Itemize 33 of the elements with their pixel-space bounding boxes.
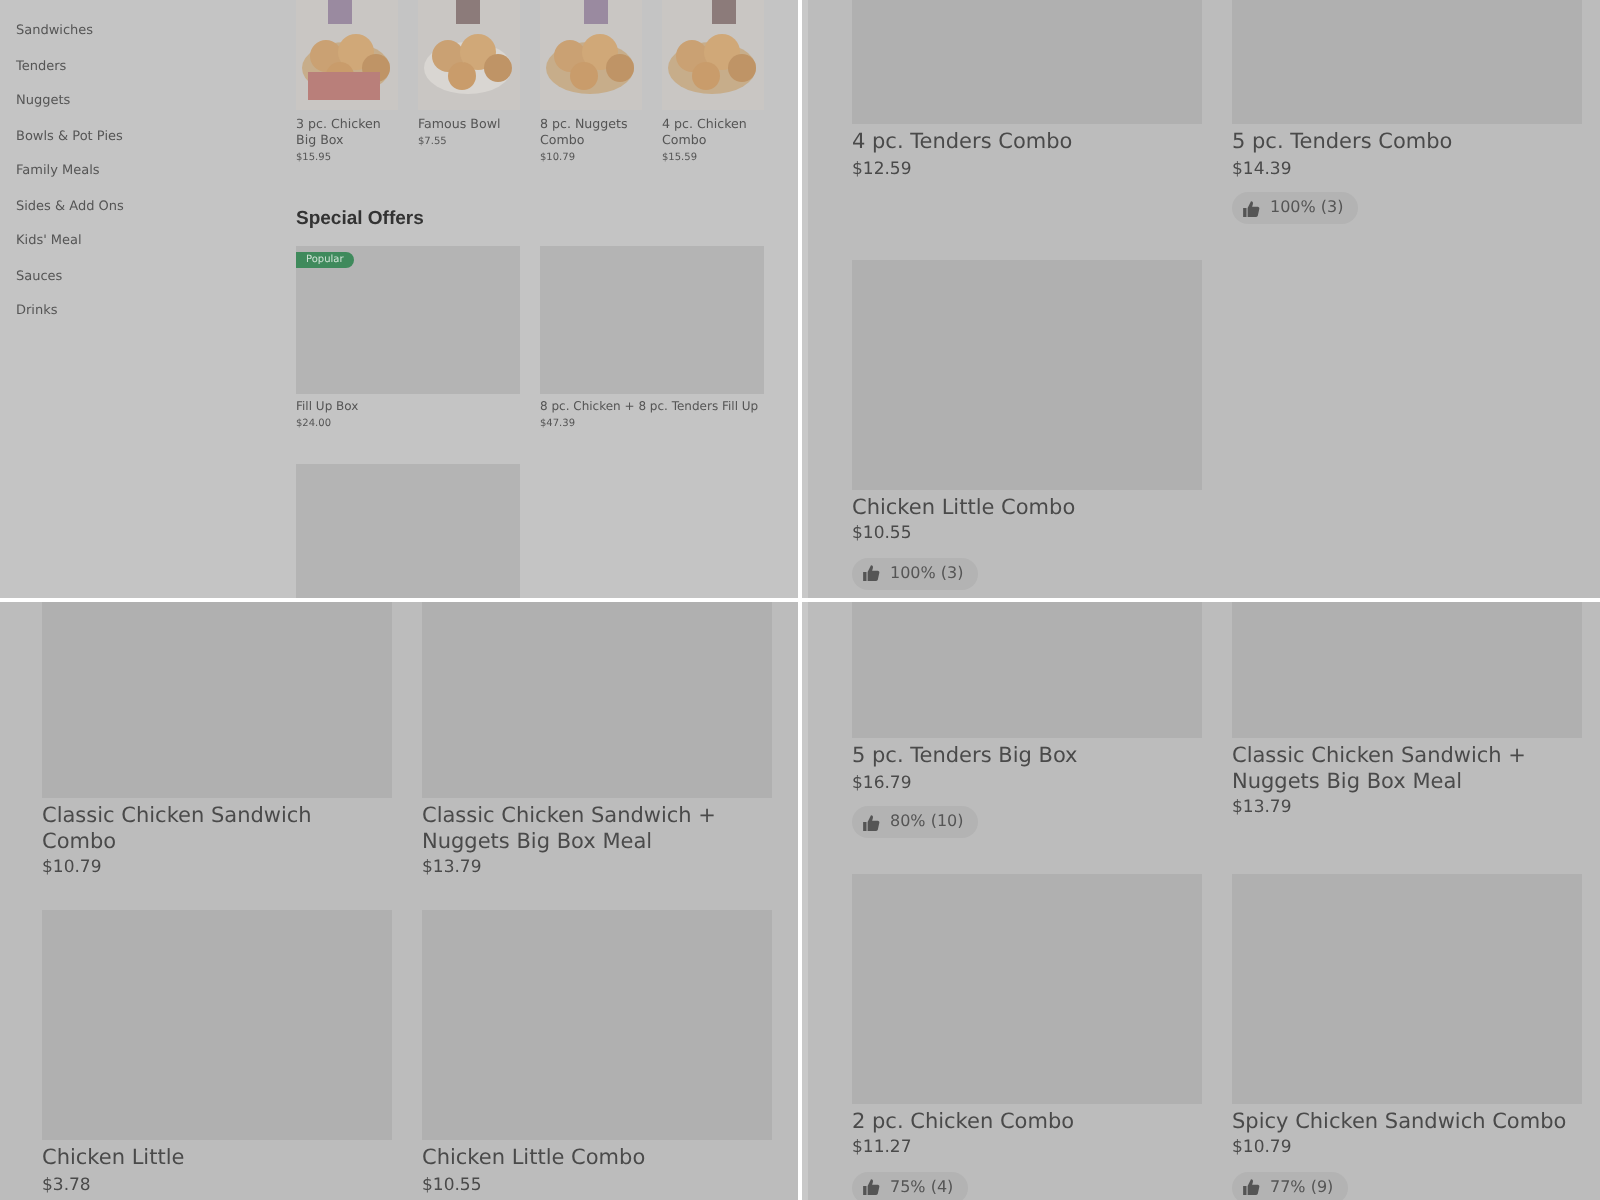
product-price: $10.55 [422,1173,484,1199]
product-name: Classic Chicken Sandwich + Nuggets Big Box Meal [422,804,718,854]
thumbs-up-icon [862,564,880,582]
product-price: $10.79 [1232,1136,1294,1162]
product-price: $16.79 [852,771,914,797]
thumbs-up-icon [862,813,880,831]
product-price: $10.55 [852,522,914,548]
rating-text: 75% (4) [890,1175,954,1199]
product-price: $13.79 [422,856,484,882]
rating-text: 80% (10) [890,810,964,834]
product-name: Classic Chicken Sandwich + Nuggets Big Box Meal [1232,744,1528,794]
thumbs-up-icon [1242,199,1260,217]
section-heading: Special Offers [296,206,426,234]
product-name: 4 pc. Tenders Combo [852,130,1075,155]
product-name: Chicken Little Combo [852,495,1078,520]
product-name: 5 pc. Tenders Big Box [852,744,1080,769]
product-price: $14.39 [1232,157,1294,183]
product-name: Chicken Little Combo [422,1146,648,1171]
product-name: Spicy Chicken Sandwich Combo [1232,1109,1569,1134]
rating-text: 100% (3) [1270,196,1344,220]
rating-text: 77% (9) [1270,1175,1334,1199]
rating-text: 100% (3) [890,561,964,585]
product-price: $11.27 [852,1136,914,1162]
product-price: $13.79 [1232,796,1294,822]
product-price: $3.78 [42,1173,93,1199]
thumbs-up-icon [862,1178,880,1196]
product-name: Classic Chicken Sandwich Combo [42,804,314,854]
product-name: Chicken Little [42,1146,187,1171]
thumbs-up-icon [1242,1178,1260,1196]
product-name: 2 pc. Chicken Combo [852,1109,1077,1134]
product-price: $10.79 [42,856,104,882]
product-price: $12.59 [852,157,914,183]
product-name: 5 pc. Tenders Combo [1232,130,1455,155]
